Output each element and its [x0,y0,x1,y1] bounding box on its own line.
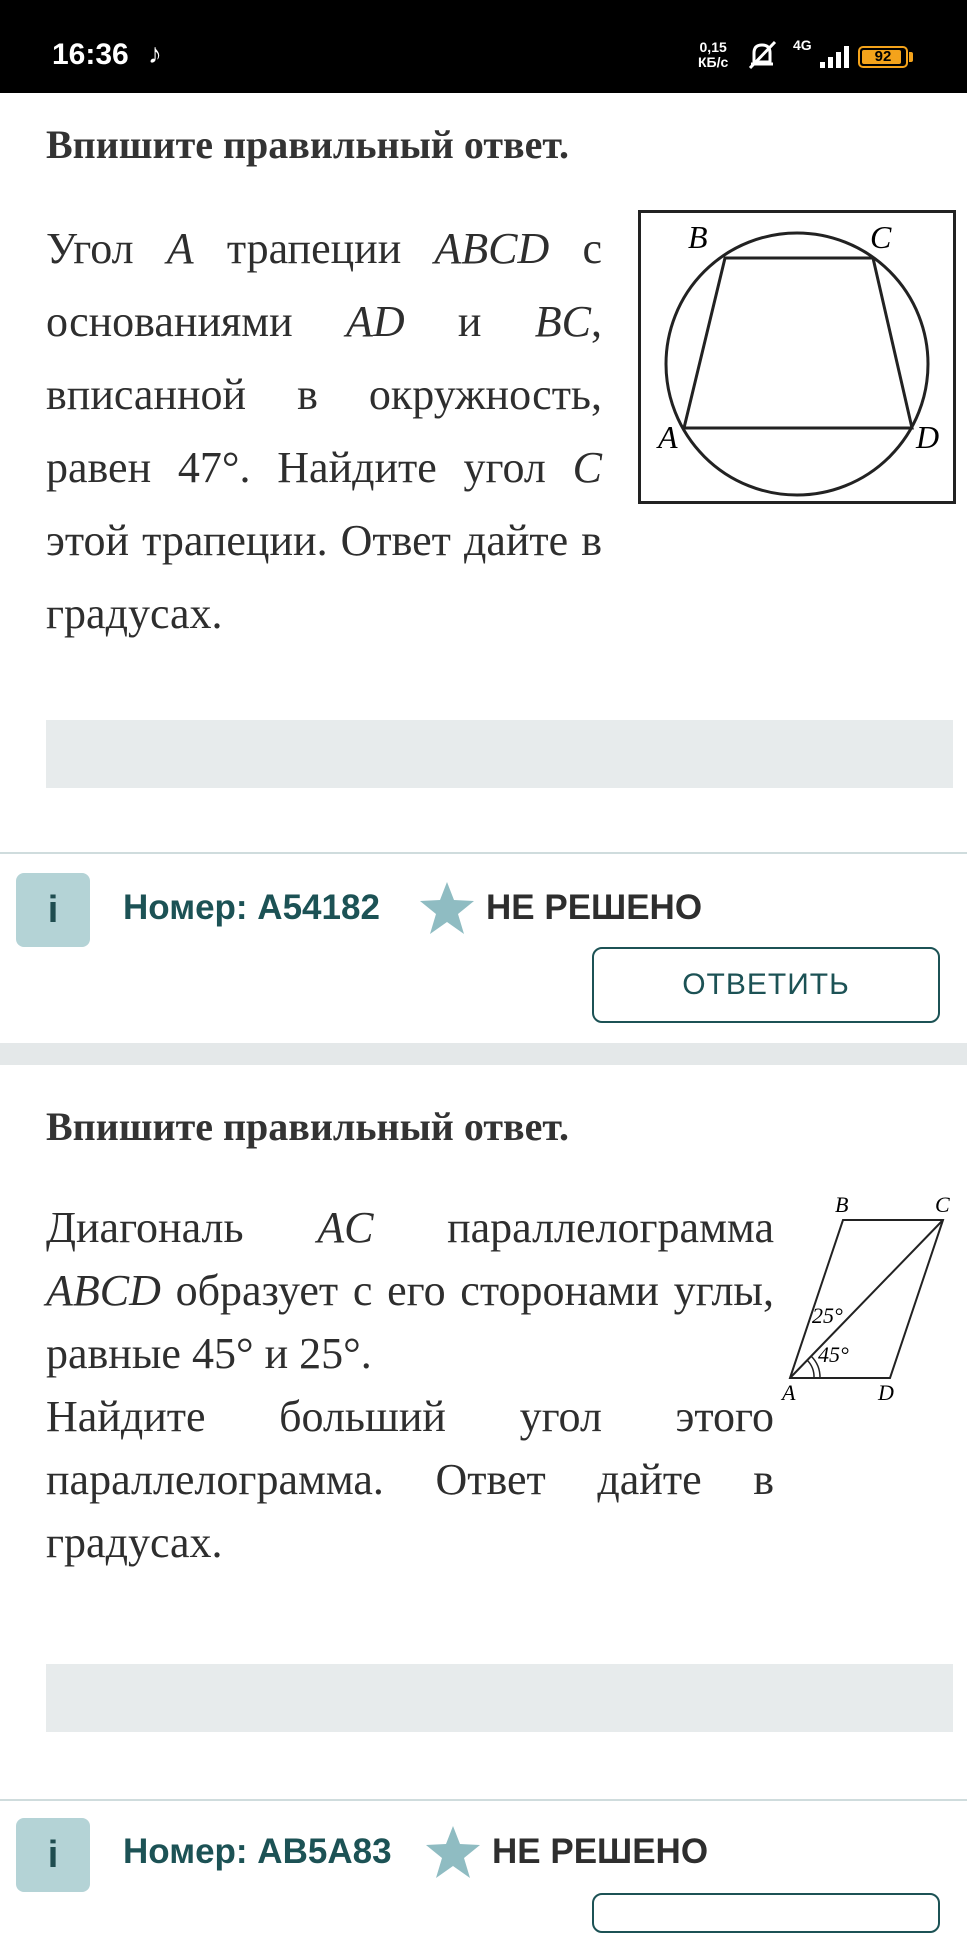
battery-icon: 92 [858,46,908,68]
task-number: Номер: A54182 [123,888,380,927]
section-separator [0,1043,967,1065]
text-part: . [360,1329,372,1378]
label-b: B [835,1192,848,1217]
trapezoid-figure: A B C D [638,210,956,504]
info-button[interactable]: i [16,1818,90,1892]
label-a: A [780,1380,796,1405]
answer-input[interactable] [46,1664,953,1732]
text-part: параллелограмма [373,1203,774,1252]
text-part: Диагональ [46,1203,318,1252]
task-statement: Угол A трапеции ABCD с основаниями AD и … [46,212,602,650]
math-value: 25° [299,1329,361,1378]
text-part: и [253,1329,300,1378]
clock: 16:36 [52,38,129,71]
answer-button[interactable]: ОТВЕТИТЬ [592,947,940,1023]
label-c: C [870,219,892,255]
mute-icon [748,40,777,70]
speed-value: 0,15 [699,39,727,55]
math-symbol: AD [345,297,405,346]
answer-button[interactable] [592,1893,940,1933]
divider [0,1799,967,1801]
angle-label-45: 45° [818,1342,849,1367]
text-part: . Найдите угол [239,443,573,492]
network-type: 4G [793,37,812,53]
label-b: B [688,219,708,255]
text-part: трапеции [193,224,435,273]
math-value: 45° [191,1329,254,1378]
label-a: A [656,419,678,455]
task-number: Номер: AB5A83 [123,1832,392,1871]
diagonal-ac [789,1219,944,1379]
text-part: и [404,297,535,346]
parallelogram-figure: A B C D 25° 45° [780,1192,950,1405]
label-d: D [915,419,939,455]
figure-frame [638,210,956,504]
status-badge: НЕ РЕШЕНО [492,1832,709,1871]
battery-percent: 92 [874,48,892,65]
speed-unit: КБ/с [698,54,729,70]
star-icon[interactable] [418,880,476,936]
task-statement: Диагональ AC параллелограмма ABCD образу… [46,1196,774,1574]
text-part: Найдите больший угол этого параллелограм… [46,1392,774,1567]
battery-tip [909,52,913,62]
answer-input[interactable] [46,720,953,788]
label-d: D [877,1380,894,1405]
star-icon[interactable] [424,1824,482,1880]
math-value: 47° [177,443,240,492]
label-c: C [935,1192,950,1217]
text-part: этой трапеции. Ответ дайте в градусах. [46,516,602,638]
divider [0,852,967,854]
angle-label-25: 25° [812,1303,843,1328]
math-symbol: A [166,224,194,273]
math-symbol: C [572,443,603,492]
signal-icon [820,46,849,68]
math-symbol: BC [534,297,591,346]
info-button[interactable]: i [16,873,90,947]
task-heading: Впишите правильный ответ. [46,122,569,167]
angle-arc [806,1359,815,1379]
math-symbol: ABCD [434,224,550,273]
text-part: Угол [46,224,167,273]
math-symbol: ABCD [46,1266,161,1315]
tiktok-icon: ♪ [148,38,162,69]
math-symbol: AC [317,1203,374,1252]
status-bar: 16:36 ♪ 0,15 КБ/с 4G 92 [0,0,967,93]
status-badge: НЕ РЕШЕНО [486,888,703,927]
task-heading: Впишите правильный ответ. [46,1104,569,1149]
network-speed: 0,15 КБ/с [698,40,728,70]
